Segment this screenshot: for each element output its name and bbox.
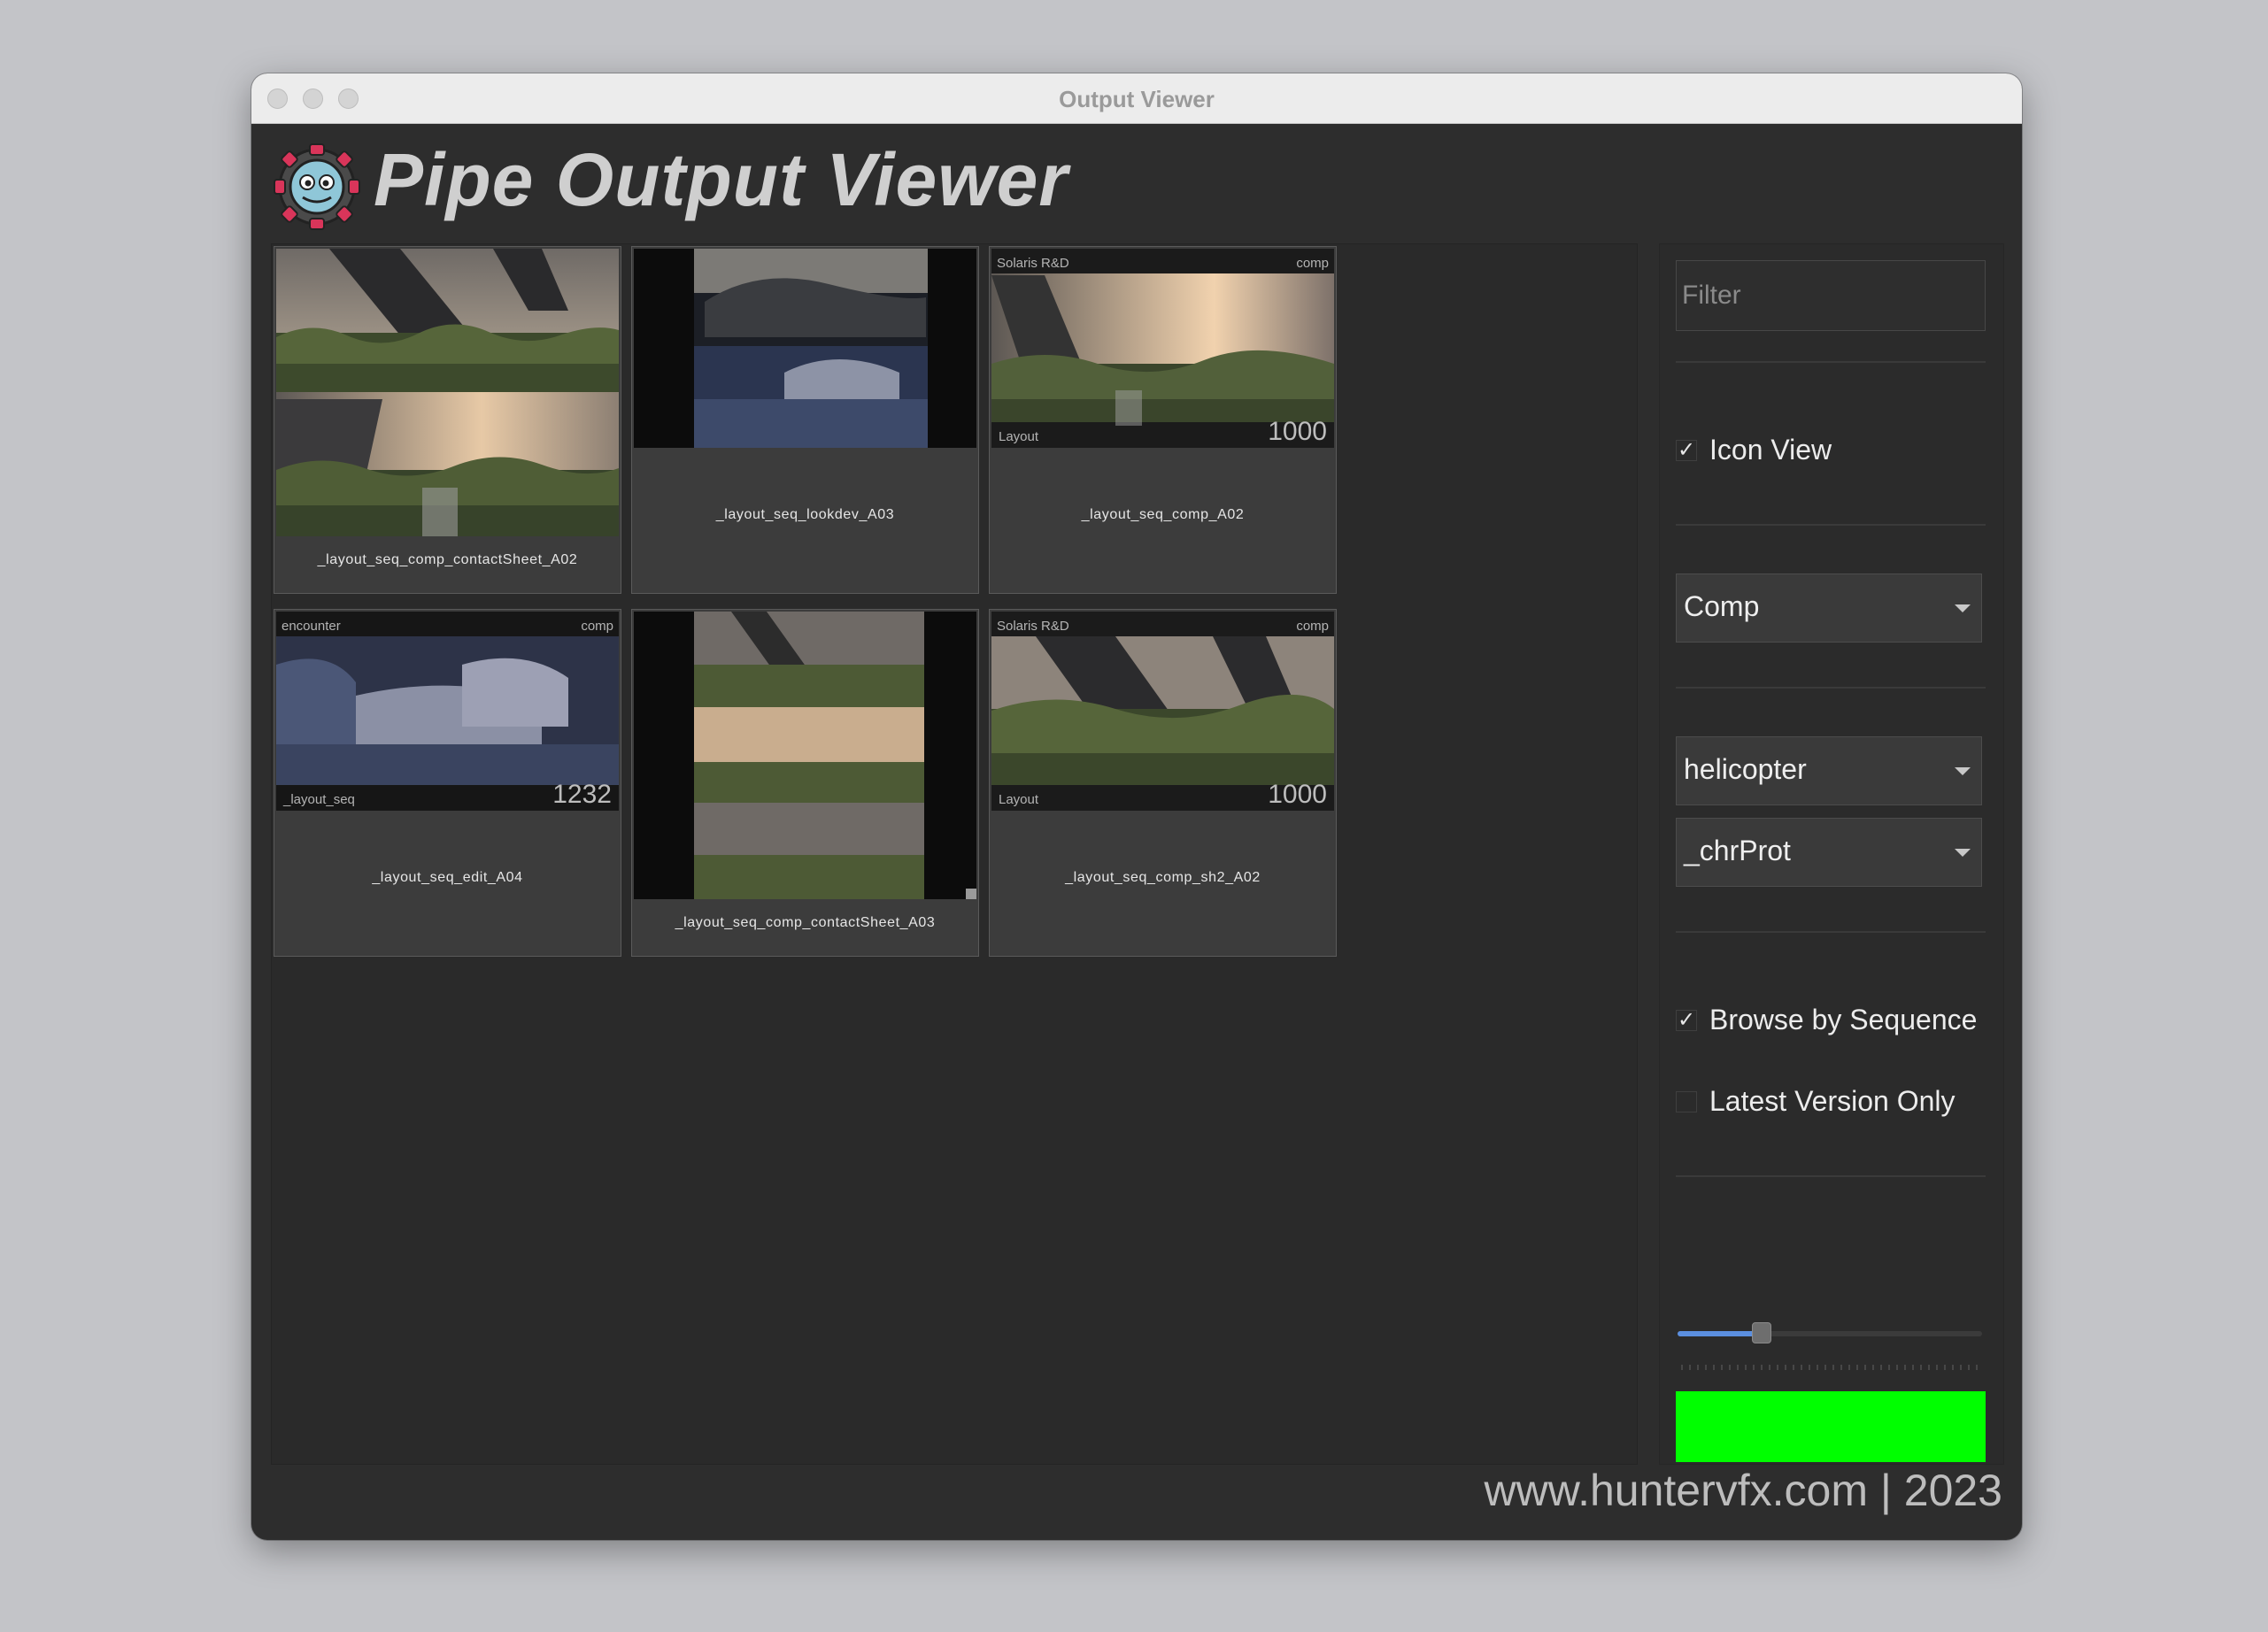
thumbnail-image: Solaris R&D comp Layout 1000: [991, 249, 1334, 448]
card-label: _layout_seq_comp_A02: [1081, 507, 1245, 522]
overlay-frame-number: 1000: [1268, 417, 1327, 446]
overlay-dept-label: comp: [581, 619, 613, 634]
thumbnail-image: [634, 249, 976, 448]
divider: [1676, 931, 1986, 933]
window-title: Output Viewer: [1059, 86, 1215, 112]
overlay-seq-label: _layout_seq: [283, 792, 355, 807]
caret-down-icon: [1955, 849, 1971, 857]
output-card[interactable]: Solaris R&D comp Layout 1000 _layout_seq…: [989, 609, 1337, 957]
icon-view-label: Icon View: [1709, 434, 1832, 466]
output-card[interactable]: _layout_seq_comp_contactSheet_A03: [631, 609, 979, 957]
browse-by-sequence-label: Browse by Sequence: [1709, 1004, 1978, 1035]
slider-ticks: [1681, 1365, 1979, 1370]
asset-value: helicopter: [1684, 753, 1807, 785]
checkmark-icon: ✓: [1676, 1007, 1697, 1032]
divider: [1676, 524, 1986, 526]
card-label: _layout_seq_comp_contactSheet_A02: [317, 552, 578, 567]
department-dropdown[interactable]: Comp: [1676, 574, 1982, 643]
checkmark-icon: ✓: [1676, 437, 1697, 462]
browse-by-sequence-checkbox[interactable]: ✓ Browse by Sequence: [1676, 1004, 1977, 1036]
thumbnail-image: [634, 612, 976, 899]
overlay-step-label: Layout: [999, 792, 1039, 807]
thumbnail-image: Solaris R&D comp Layout 1000: [991, 612, 1334, 811]
options-panel: ✓ Icon View Comp helicopter _chrProt ✓ B…: [1659, 243, 2004, 1465]
overlay-studio-label: Solaris R&D: [997, 619, 1069, 634]
overlay-frame-number: 1232: [552, 780, 612, 809]
output-gallery: _layout_seq_comp_contactSheet_A02 _layou…: [271, 243, 1638, 1465]
robot-gear-icon: [273, 142, 361, 231]
status-color-swatch: [1676, 1391, 1986, 1462]
icon-view-checkbox[interactable]: ✓ Icon View: [1676, 434, 1832, 466]
empty-checkbox-icon: [1676, 1090, 1697, 1112]
department-value: Comp: [1684, 590, 1760, 622]
divider: [1676, 1175, 1986, 1177]
card-label: _layout_seq_comp_contactSheet_A03: [675, 915, 936, 930]
asset-dropdown[interactable]: helicopter: [1676, 736, 1982, 805]
card-label: _layout_seq_edit_A04: [372, 870, 523, 885]
variant-dropdown[interactable]: _chrProt: [1676, 818, 1982, 887]
thumbnail-image: [276, 249, 619, 536]
overlay-studio-label: Solaris R&D: [997, 256, 1069, 271]
output-card[interactable]: _layout_seq_comp_contactSheet_A02: [274, 246, 621, 594]
slider-handle[interactable]: [1751, 1322, 1771, 1343]
footer-credit: www.huntervfx.com | 2023: [1484, 1466, 2002, 1515]
card-label: _layout_seq_lookdev_A03: [715, 507, 895, 522]
divider: [1676, 687, 1986, 689]
caret-down-icon: [1955, 604, 1971, 612]
variant-value: _chrProt: [1684, 835, 1791, 866]
thumbnail-size-slider[interactable]: [1678, 1322, 1982, 1343]
filter-input[interactable]: [1676, 260, 1986, 331]
overlay-dept-label: comp: [1296, 256, 1329, 271]
card-label: _layout_seq_comp_sh2_A02: [1065, 870, 1261, 885]
divider: [1676, 361, 1986, 363]
output-card[interactable]: encounter comp _layout_seq 1232 _layout_…: [274, 609, 621, 957]
overlay-step-label: Layout: [999, 429, 1039, 444]
latest-version-only-checkbox[interactable]: Latest Version Only: [1676, 1085, 1955, 1118]
overlay-dept-label: comp: [1296, 619, 1329, 634]
output-card[interactable]: _layout_seq_lookdev_A03: [631, 246, 979, 594]
title-bar: Output Viewer: [251, 73, 2022, 124]
overlay-frame-number: 1000: [1268, 780, 1327, 809]
slider-fill: [1678, 1331, 1762, 1336]
caret-down-icon: [1955, 767, 1971, 775]
output-card[interactable]: Solaris R&D comp Layout 1000 _layout_seq…: [989, 246, 1337, 594]
latest-version-only-label: Latest Version Only: [1709, 1085, 1956, 1117]
app-title: Pipe Output Viewer: [374, 138, 1068, 221]
app-window: Output Viewer Pipe Output Viewer _layout…: [251, 73, 2022, 1540]
overlay-show-label: encounter: [282, 619, 341, 634]
thumbnail-image: encounter comp _layout_seq 1232: [276, 612, 619, 811]
